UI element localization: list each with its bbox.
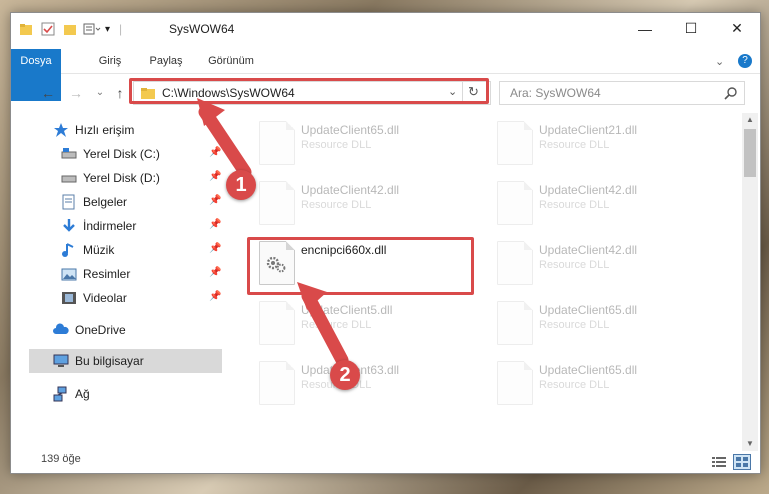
step-badge-1: 1	[226, 170, 256, 200]
step-badge-2: 2	[330, 360, 360, 390]
annotation-arrows	[197, 98, 349, 367]
arrow-2-shaft	[301, 289, 349, 367]
arrow-1-shaft	[198, 105, 252, 179]
